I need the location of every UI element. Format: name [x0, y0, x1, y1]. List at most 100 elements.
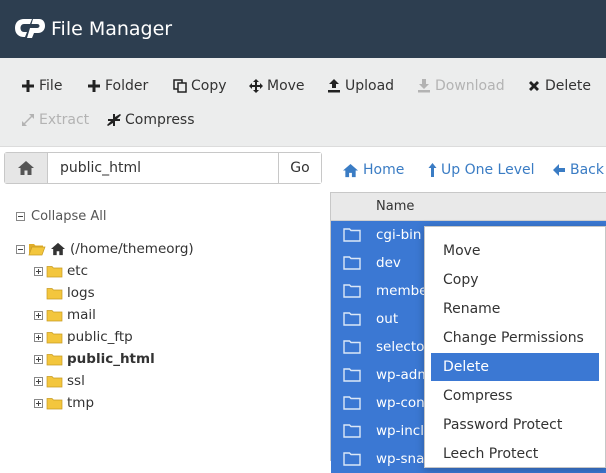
compress-button[interactable]: Compress	[106, 108, 195, 132]
file-row-name: wp-adm	[376, 367, 431, 383]
collapse-all-button[interactable]: Collapse All	[16, 209, 107, 224]
file-row-name: wp-cont	[376, 395, 431, 411]
copy-button[interactable]: Copy	[172, 74, 227, 98]
context-menu-item-change-permissions[interactable]: Change Permissions	[431, 324, 599, 352]
new-folder-button[interactable]: Folder	[86, 74, 148, 98]
compress-label: Compress	[125, 112, 195, 128]
new-file-button[interactable]: File	[20, 74, 62, 98]
extract-label: Extract	[39, 112, 90, 128]
delete-button[interactable]: Delete	[526, 74, 591, 98]
tree-item[interactable]: etc	[34, 262, 88, 280]
download-label: Download	[435, 78, 505, 94]
new-folder-label: Folder	[105, 78, 149, 94]
x-icon	[529, 81, 539, 91]
up-one-level-label: Up One Level	[441, 162, 535, 178]
context-menu-item-leech-protect[interactable]: Leech Protect	[431, 440, 599, 468]
upload-icon	[328, 79, 340, 93]
path-home-button[interactable]	[5, 153, 48, 183]
folder-icon	[343, 396, 361, 410]
folder-icon	[343, 284, 361, 298]
folder-icon	[46, 309, 63, 321]
back-label: Back	[570, 162, 604, 178]
copy-icon	[173, 79, 187, 93]
expand-toggle-icon[interactable]	[34, 310, 43, 320]
folder-icon	[46, 397, 63, 409]
folder-icon	[343, 228, 361, 242]
tree-item[interactable]: logs	[34, 284, 95, 302]
folder-icon	[46, 287, 63, 299]
upload-label: Upload	[345, 78, 395, 94]
move-label: Move	[267, 78, 305, 94]
context-menu-item-password-protect[interactable]: Password Protect	[431, 411, 599, 439]
up-one-level-link[interactable]: Up One Level	[428, 160, 535, 180]
context-menu-item-rename[interactable]: Rename	[431, 295, 599, 323]
expand-toggle-icon[interactable]	[34, 376, 43, 386]
plus-icon	[22, 80, 34, 92]
tree-item[interactable]: tmp	[34, 394, 94, 412]
file-row-name: out	[376, 311, 399, 327]
go-button[interactable]: Go	[278, 153, 321, 183]
context-menu-item-move[interactable]: Move	[431, 237, 599, 265]
folder-icon	[46, 353, 63, 365]
folder-icon	[343, 312, 361, 326]
tree-item-label: public_html	[67, 351, 155, 367]
tree-item-label: ssl	[67, 373, 85, 389]
file-row-name: selector	[376, 339, 430, 355]
collapse-toggle-icon[interactable]	[16, 244, 25, 254]
tree-item[interactable]: mail	[34, 306, 96, 324]
collapse-icon	[16, 212, 25, 221]
expand-toggle-icon[interactable]	[34, 398, 43, 408]
nav-home-link[interactable]: Home	[342, 160, 404, 180]
folder-icon	[343, 340, 361, 354]
expand-toggle-icon[interactable]	[34, 332, 43, 342]
cpanel-logo-icon	[15, 19, 45, 38]
new-file-label: File	[39, 78, 63, 94]
app-title: File Manager	[51, 18, 173, 40]
copy-label: Copy	[191, 78, 227, 94]
tree-item-label: tmp	[67, 395, 95, 411]
home-icon	[343, 163, 358, 177]
tree-item-label: public_ftp	[67, 329, 133, 345]
tree-item[interactable]: ssl	[34, 372, 85, 390]
arrow-left-icon	[553, 164, 565, 176]
tree-item[interactable]: public_ftp	[34, 328, 133, 346]
tree-item-label: etc	[67, 263, 89, 279]
back-link[interactable]: Back	[552, 160, 604, 180]
move-arrows-icon	[249, 79, 263, 93]
home-icon	[18, 161, 34, 175]
folder-icon	[343, 424, 361, 438]
tree-item[interactable]: public_html	[34, 350, 155, 368]
upload-button[interactable]: Upload	[326, 74, 394, 98]
tree-root[interactable]: (/home/themeorg)	[16, 240, 194, 258]
folder-icon	[46, 265, 63, 277]
expand-toggle-icon[interactable]	[34, 354, 43, 364]
context-menu: Move Copy Rename Change Permissions Delete Co…	[424, 226, 606, 468]
expand-toggle-icon[interactable]	[34, 266, 43, 276]
context-menu-item-delete[interactable]: Delete	[431, 353, 599, 381]
compress-icon	[107, 114, 121, 126]
folder-icon	[46, 375, 63, 387]
delete-label: Delete	[545, 78, 591, 94]
move-button[interactable]: Move	[248, 74, 305, 98]
download-button[interactable]: Download	[416, 74, 505, 98]
folder-icon	[343, 256, 361, 270]
extract-button[interactable]: Extract	[20, 108, 89, 132]
folder-icon	[343, 368, 361, 382]
folder-icon	[46, 331, 63, 343]
context-menu-item-compress[interactable]: Compress	[431, 382, 599, 410]
title-bar: File Manager	[0, 0, 606, 58]
tree-root-label: (/home/themeorg)	[70, 241, 194, 257]
level-up-icon	[428, 163, 437, 177]
context-menu-item-copy[interactable]: Copy	[431, 266, 599, 294]
download-icon	[418, 79, 430, 93]
path-input[interactable]	[48, 153, 281, 183]
name-column-header[interactable]: Name	[331, 193, 606, 221]
path-bar: Go	[4, 152, 322, 184]
folder-open-icon	[28, 244, 46, 256]
toolbar: File Folder Copy Move Upload Download De…	[0, 58, 606, 147]
collapse-all-label: Collapse All	[31, 209, 107, 224]
tree-item-label: mail	[67, 307, 96, 323]
file-row-name: dev	[376, 255, 401, 271]
expand-icon	[22, 114, 34, 126]
folder-icon	[343, 452, 361, 466]
